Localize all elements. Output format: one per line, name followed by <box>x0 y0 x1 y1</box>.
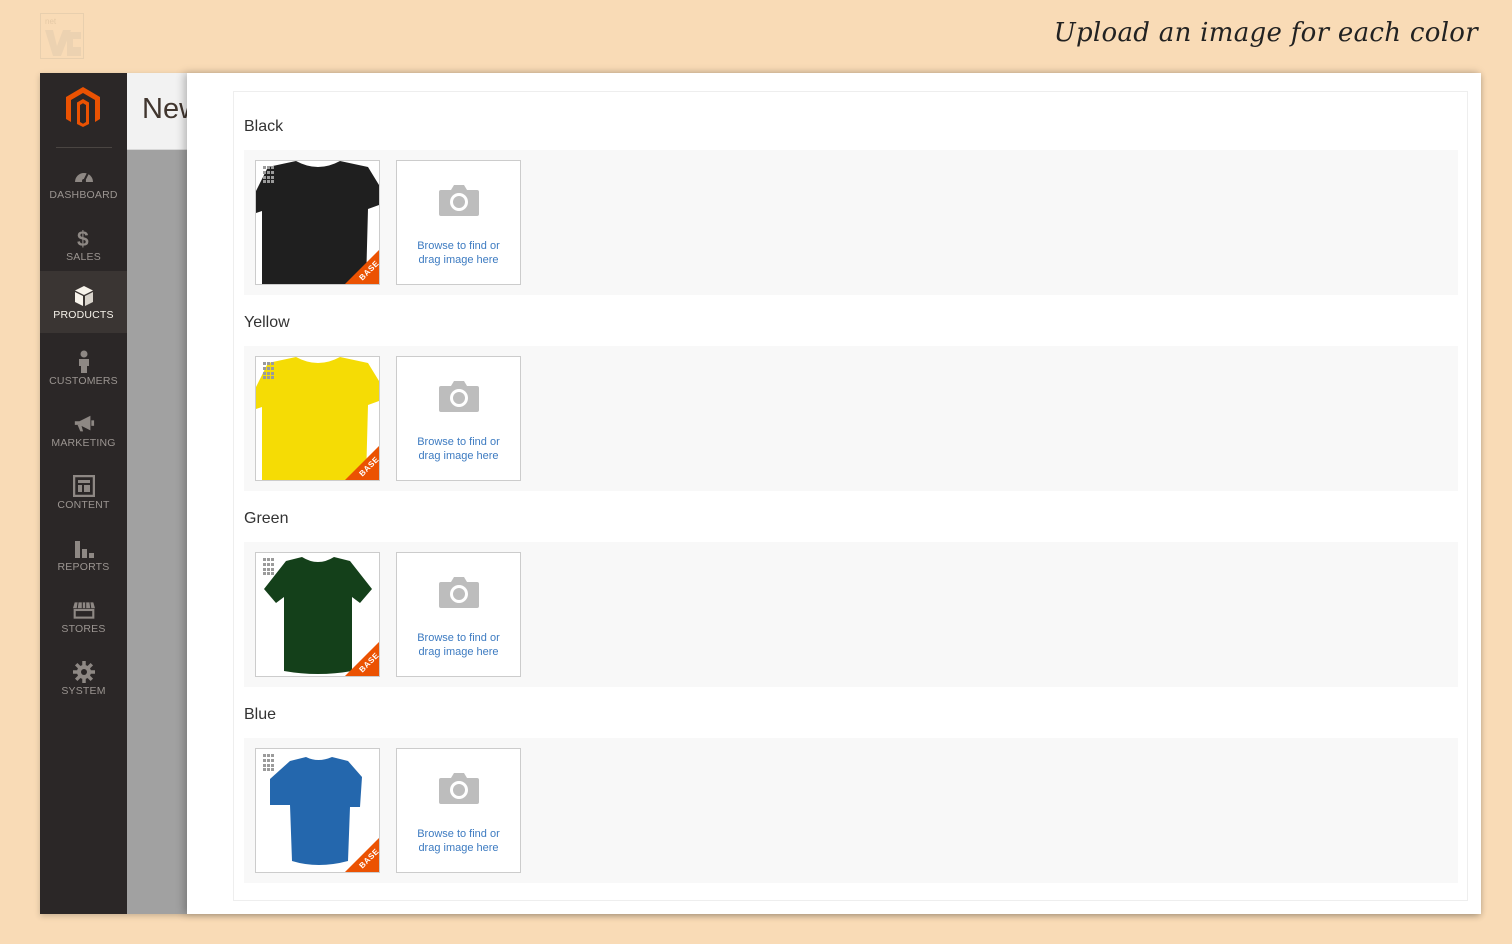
product-image-thumbnail[interactable]: BASE <box>255 748 380 873</box>
image-dropzone-panel[interactable]: BASE Browse to find or drag image here <box>244 150 1458 295</box>
drag-handle-icon[interactable] <box>263 362 274 379</box>
sidebar-item-reports[interactable]: REPORTS <box>40 523 127 585</box>
color-group-label: Green <box>244 510 289 527</box>
page-header: New <box>127 73 200 150</box>
camera-icon <box>439 773 479 804</box>
layout-icon <box>72 475 95 497</box>
sidebar-item-label: SYSTEM <box>61 685 106 697</box>
upload-hint[interactable]: Browse to find or drag image here <box>397 435 520 463</box>
sidebar-item-products[interactable]: PRODUCTS <box>40 271 127 333</box>
person-icon <box>73 350 95 373</box>
base-role-badge: BASE <box>345 446 379 480</box>
background-page: New <box>127 73 200 914</box>
tutorial-caption: Upload an image for each color <box>1053 18 1478 48</box>
color-group-green: Green BASE Browse to find or drag image … <box>244 510 1458 687</box>
base-role-badge: BASE <box>345 642 379 676</box>
color-group-label: Blue <box>244 706 277 723</box>
svg-text:net: net <box>45 17 57 26</box>
storefront-icon <box>72 599 95 621</box>
sidebar-item-label: SALES <box>66 251 101 263</box>
images-by-color-modal: Black BASE Browse to find or drag image … <box>187 73 1481 914</box>
sidebar-item-sales[interactable]: $ SALES <box>40 213 127 275</box>
sidebar-item-label: DASHBOARD <box>49 189 118 201</box>
admin-sidebar: DASHBOARD $ SALES PRODUCTS CUSTOMERS MAR… <box>40 73 127 914</box>
camera-icon <box>439 577 479 608</box>
dollar-icon: $ <box>73 227 95 249</box>
sidebar-item-customers[interactable]: CUSTOMERS <box>40 337 127 399</box>
image-dropzone-panel[interactable]: BASE Browse to find or drag image here <box>244 542 1458 687</box>
image-dropzone-panel[interactable]: BASE Browse to find or drag image here <box>244 346 1458 491</box>
base-role-badge: BASE <box>345 250 379 284</box>
image-dropzone-panel[interactable]: BASE Browse to find or drag image here <box>244 738 1458 883</box>
color-group-label: Black <box>244 118 284 135</box>
product-image-thumbnail[interactable]: BASE <box>255 552 380 677</box>
brand-watermark-icon: net <box>45 17 81 56</box>
upload-hint[interactable]: Browse to find or drag image here <box>397 239 520 267</box>
sidebar-item-label: CUSTOMERS <box>49 375 118 387</box>
color-group-black: Black BASE Browse to find or drag image … <box>244 118 1458 295</box>
bar-chart-icon <box>73 537 95 559</box>
gear-icon <box>72 661 95 683</box>
color-group-yellow: Yellow BASE Browse to find or drag image… <box>244 314 1458 491</box>
sidebar-item-stores[interactable]: STORES <box>40 585 127 647</box>
box-icon <box>73 285 95 307</box>
product-image-thumbnail[interactable]: BASE <box>255 356 380 481</box>
color-images-container: Black BASE Browse to find or drag image … <box>233 91 1468 901</box>
sidebar-item-label: STORES <box>61 623 106 635</box>
sidebar-item-label: REPORTS <box>57 561 110 573</box>
sidebar-item-label: CONTENT <box>57 499 110 511</box>
sidebar-item-label: PRODUCTS <box>53 309 114 321</box>
sidebar-item-system[interactable]: SYSTEM <box>40 647 127 709</box>
sidebar-item-content[interactable]: CONTENT <box>40 461 127 523</box>
svg-text:$: $ <box>77 228 89 249</box>
sidebar-item-marketing[interactable]: MARKETING <box>40 399 127 461</box>
brand-watermark-logo: net <box>40 13 84 59</box>
image-upload-button[interactable]: Browse to find or drag image here <box>396 748 521 873</box>
image-upload-button[interactable]: Browse to find or drag image here <box>396 160 521 285</box>
upload-hint[interactable]: Browse to find or drag image here <box>397 827 520 855</box>
drag-handle-icon[interactable] <box>263 558 274 575</box>
sidebar-divider <box>56 147 112 148</box>
color-group-label: Yellow <box>244 314 290 331</box>
dashboard-icon <box>73 165 95 187</box>
sidebar-item-label: MARKETING <box>51 437 116 449</box>
magento-logo-icon[interactable] <box>64 85 102 129</box>
camera-icon <box>439 381 479 412</box>
drag-handle-icon[interactable] <box>263 754 274 771</box>
camera-icon <box>439 185 479 216</box>
base-role-badge: BASE <box>345 838 379 872</box>
image-upload-button[interactable]: Browse to find or drag image here <box>396 356 521 481</box>
drag-handle-icon[interactable] <box>263 166 274 183</box>
product-image-thumbnail[interactable]: BASE <box>255 160 380 285</box>
megaphone-icon <box>73 413 95 435</box>
image-upload-button[interactable]: Browse to find or drag image here <box>396 552 521 677</box>
color-group-blue: Blue BASE Browse to find or drag image h… <box>244 706 1458 883</box>
sidebar-item-dashboard[interactable]: DASHBOARD <box>40 151 127 213</box>
admin-window: DASHBOARD $ SALES PRODUCTS CUSTOMERS MAR… <box>40 73 1481 914</box>
upload-hint[interactable]: Browse to find or drag image here <box>397 631 520 659</box>
